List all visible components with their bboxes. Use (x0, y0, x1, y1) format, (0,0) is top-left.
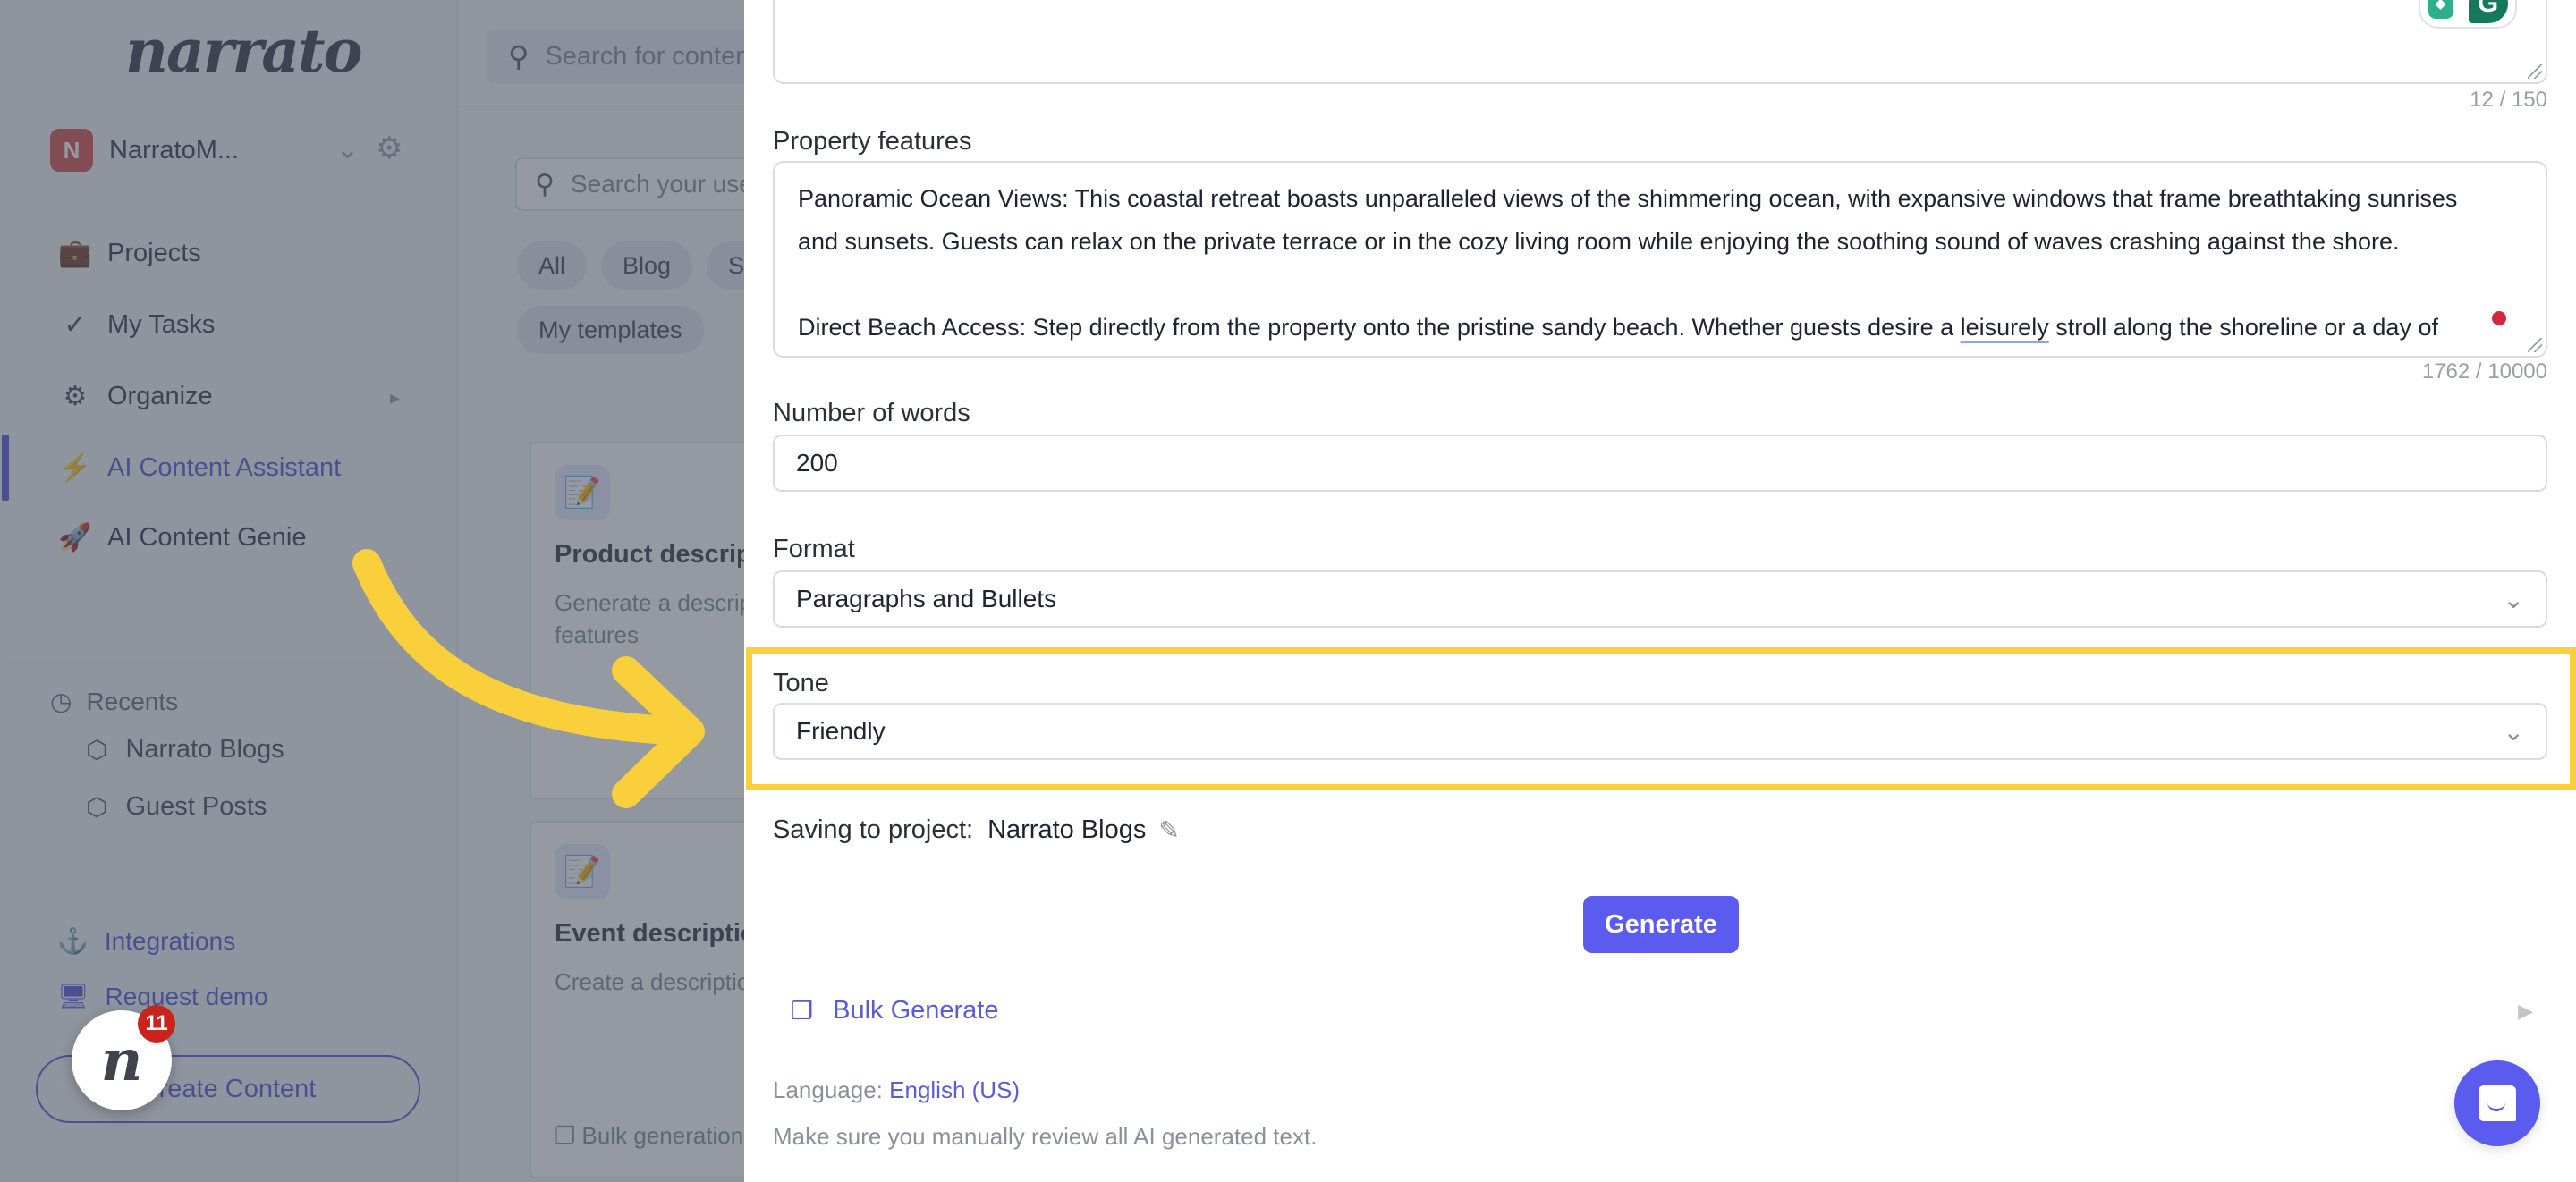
saving-to-project: Saving to project: Narrato Blogs ✎ (773, 815, 1180, 845)
property-features-label: Property features (773, 127, 972, 156)
text-run: Direct Beach Access: Step directly from … (798, 314, 1961, 341)
grammar-flagged-word[interactable]: leisurely (1961, 314, 2049, 341)
chevron-down-icon: ⌄ (2503, 718, 2524, 746)
chevron-down-icon: ⌄ (2503, 586, 2524, 613)
saving-label: Saving to project: (773, 815, 974, 844)
property-features-text: Panoramic Ocean Views: This coastal retr… (798, 177, 2492, 349)
title-char-counter: 12 / 150 (2470, 88, 2547, 112)
format-label: Format (773, 535, 855, 563)
language-link[interactable]: English (US) (889, 1076, 1020, 1103)
select-value: Friendly (796, 717, 886, 745)
bulk-generate-label: Bulk Generate (833, 996, 999, 1025)
paragraph: Panoramic Ocean Views: This coastal retr… (798, 185, 2458, 255)
lightbulb-icon: ◆ (2428, 0, 2453, 19)
copy-icon: ❐ (791, 997, 814, 1025)
edit-icon[interactable]: ✎ (1158, 815, 1179, 845)
tone-label: Tone (773, 669, 829, 697)
language-label: Language: (773, 1076, 883, 1103)
support-chat-button[interactable] (2454, 1060, 2540, 1146)
select-value: Paragraphs and Bullets (796, 585, 1057, 612)
number-of-words-label: Number of words (773, 399, 970, 427)
input-value: 200 (796, 449, 838, 477)
generate-button[interactable]: Generate (1583, 896, 1739, 953)
paragraph: Direct Beach Access: Step directly from … (798, 306, 2492, 349)
text-run: stroll along the shoreline or a day of (2048, 314, 2438, 341)
caret-right-icon[interactable]: ▶ (2518, 1000, 2533, 1023)
ai-assistant-drawer: ◆ G 12 / 150 Property features Panoramic… (744, 0, 2576, 1182)
project-name: Narrato Blogs (987, 815, 1147, 844)
tone-select[interactable]: Friendly ⌄ (773, 703, 2547, 760)
grammar-alert-dot[interactable] (2492, 311, 2506, 325)
ai-disclaimer: Make sure you manually review all AI gen… (773, 1123, 1318, 1150)
format-select[interactable]: Paragraphs and Bullets ⌄ (773, 570, 2547, 628)
annotation-arrow-icon (352, 549, 705, 808)
notification-badge: 11 (138, 1005, 175, 1043)
property-features-char-counter: 1762 / 10000 (2421, 359, 2547, 384)
grammarly-widget[interactable]: ◆ G (2419, 0, 2517, 29)
chat-icon (2479, 1085, 2516, 1121)
title-textarea[interactable]: ◆ G (773, 0, 2547, 84)
number-of-words-input[interactable]: 200 (773, 435, 2547, 492)
resize-handle[interactable] (2528, 338, 2542, 352)
language-info: Language: English (US) (773, 1076, 1020, 1104)
property-features-textarea[interactable]: Panoramic Ocean Views: This coastal retr… (773, 161, 2547, 358)
resize-handle[interactable] (2528, 64, 2542, 79)
bulk-generate-toggle[interactable]: ❐ Bulk Generate (791, 996, 999, 1026)
grammarly-icon: G (2468, 0, 2508, 23)
